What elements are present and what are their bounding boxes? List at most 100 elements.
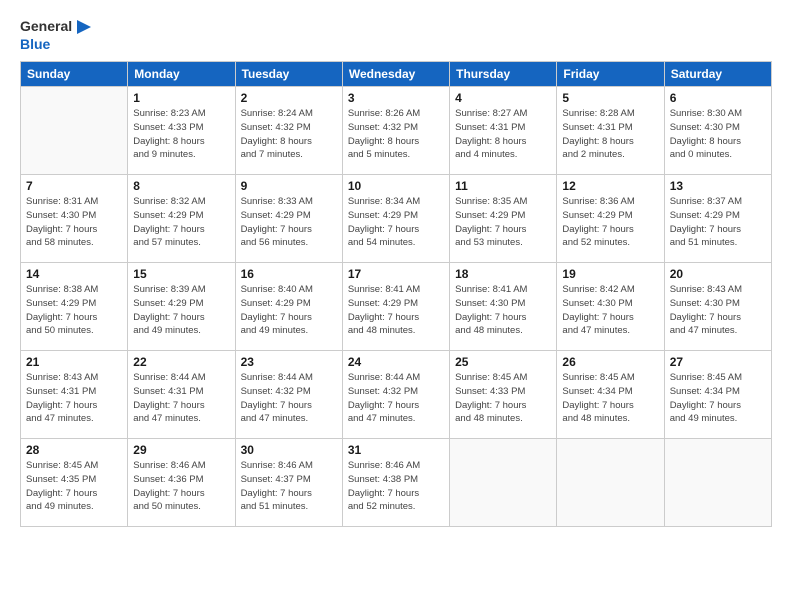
calendar-cell: 2 Sunrise: 8:24 AM Sunset: 4:32 PM Daylig… xyxy=(235,87,342,175)
day-info: Sunrise: 8:40 AM Sunset: 4:29 PM Dayligh… xyxy=(241,283,337,338)
day-info: Sunrise: 8:38 AM Sunset: 4:29 PM Dayligh… xyxy=(26,283,122,338)
day-info: Sunrise: 8:45 AM Sunset: 4:34 PM Dayligh… xyxy=(670,371,766,426)
logo-general: General xyxy=(20,18,72,34)
day-info: Sunrise: 8:46 AM Sunset: 4:38 PM Dayligh… xyxy=(348,459,444,514)
calendar-cell: 8 Sunrise: 8:32 AM Sunset: 4:29 PM Daylig… xyxy=(128,175,235,263)
day-info: Sunrise: 8:43 AM Sunset: 4:31 PM Dayligh… xyxy=(26,371,122,426)
col-header-thursday: Thursday xyxy=(450,62,557,87)
day-number: 12 xyxy=(562,179,658,193)
calendar-cell: 28 Sunrise: 8:45 AM Sunset: 4:35 PM Dayli… xyxy=(21,439,128,527)
calendar-cell: 26 Sunrise: 8:45 AM Sunset: 4:34 PM Dayli… xyxy=(557,351,664,439)
day-number: 13 xyxy=(670,179,766,193)
calendar-cell: 14 Sunrise: 8:38 AM Sunset: 4:29 PM Dayli… xyxy=(21,263,128,351)
calendar-cell: 10Sunrise: 8:34 AM Sunset: 4:29 PM Dayli… xyxy=(342,175,449,263)
day-number: 14 xyxy=(26,267,122,281)
day-number: 16 xyxy=(241,267,337,281)
day-number: 6 xyxy=(670,91,766,105)
col-header-saturday: Saturday xyxy=(664,62,771,87)
day-number: 20 xyxy=(670,267,766,281)
col-header-sunday: Sunday xyxy=(21,62,128,87)
day-info: Sunrise: 8:46 AM Sunset: 4:36 PM Dayligh… xyxy=(133,459,229,514)
day-info: Sunrise: 8:45 AM Sunset: 4:35 PM Dayligh… xyxy=(26,459,122,514)
day-number: 25 xyxy=(455,355,551,369)
calendar-cell: 18 Sunrise: 8:41 AM Sunset: 4:30 PM Dayli… xyxy=(450,263,557,351)
day-number: 8 xyxy=(133,179,229,193)
calendar-cell: 12 Sunrise: 8:36 AM Sunset: 4:29 PM Dayli… xyxy=(557,175,664,263)
calendar-header-row: SundayMondayTuesdayWednesdayThursdayFrid… xyxy=(21,62,772,87)
day-number: 18 xyxy=(455,267,551,281)
calendar-cell: 23 Sunrise: 8:44 AM Sunset: 4:32 PM Dayli… xyxy=(235,351,342,439)
calendar-cell: 3Sunrise: 8:26 AM Sunset: 4:32 PM Daylig… xyxy=(342,87,449,175)
day-info: Sunrise: 8:36 AM Sunset: 4:29 PM Dayligh… xyxy=(562,195,658,250)
calendar-cell: 16 Sunrise: 8:40 AM Sunset: 4:29 PM Dayli… xyxy=(235,263,342,351)
calendar-cell: 5 Sunrise: 8:28 AM Sunset: 4:31 PM Daylig… xyxy=(557,87,664,175)
calendar-cell: 11Sunrise: 8:35 AM Sunset: 4:29 PM Dayli… xyxy=(450,175,557,263)
day-info: Sunrise: 8:26 AM Sunset: 4:32 PM Dayligh… xyxy=(348,107,444,162)
calendar-cell: 20 Sunrise: 8:43 AM Sunset: 4:30 PM Dayli… xyxy=(664,263,771,351)
calendar-cell: 22Sunrise: 8:44 AM Sunset: 4:31 PM Dayli… xyxy=(128,351,235,439)
day-number: 27 xyxy=(670,355,766,369)
calendar-week-row: 14 Sunrise: 8:38 AM Sunset: 4:29 PM Dayli… xyxy=(21,263,772,351)
day-number: 19 xyxy=(562,267,658,281)
day-number: 31 xyxy=(348,443,444,457)
day-info: Sunrise: 8:44 AM Sunset: 4:32 PM Dayligh… xyxy=(241,371,337,426)
day-info: Sunrise: 8:35 AM Sunset: 4:29 PM Dayligh… xyxy=(455,195,551,250)
day-info: Sunrise: 8:45 AM Sunset: 4:34 PM Dayligh… xyxy=(562,371,658,426)
day-number: 24 xyxy=(348,355,444,369)
calendar-cell: 25Sunrise: 8:45 AM Sunset: 4:33 PM Dayli… xyxy=(450,351,557,439)
calendar-cell: 15 Sunrise: 8:39 AM Sunset: 4:29 PM Dayli… xyxy=(128,263,235,351)
day-number: 28 xyxy=(26,443,122,457)
day-info: Sunrise: 8:32 AM Sunset: 4:29 PM Dayligh… xyxy=(133,195,229,250)
day-info: Sunrise: 8:34 AM Sunset: 4:29 PM Dayligh… xyxy=(348,195,444,250)
day-info: Sunrise: 8:39 AM Sunset: 4:29 PM Dayligh… xyxy=(133,283,229,338)
calendar-table: SundayMondayTuesdayWednesdayThursdayFrid… xyxy=(20,61,772,527)
day-number: 21 xyxy=(26,355,122,369)
day-number: 2 xyxy=(241,91,337,105)
calendar-cell: 27 Sunrise: 8:45 AM Sunset: 4:34 PM Dayli… xyxy=(664,351,771,439)
day-info: Sunrise: 8:23 AM Sunset: 4:33 PM Dayligh… xyxy=(133,107,229,162)
day-number: 9 xyxy=(241,179,337,193)
calendar-cell: 6Sunrise: 8:30 AM Sunset: 4:30 PM Daylig… xyxy=(664,87,771,175)
col-header-monday: Monday xyxy=(128,62,235,87)
day-info: Sunrise: 8:27 AM Sunset: 4:31 PM Dayligh… xyxy=(455,107,551,162)
calendar-cell xyxy=(21,87,128,175)
day-number: 5 xyxy=(562,91,658,105)
day-info: Sunrise: 8:28 AM Sunset: 4:31 PM Dayligh… xyxy=(562,107,658,162)
day-number: 15 xyxy=(133,267,229,281)
logo-blue: Blue xyxy=(20,36,50,52)
calendar-cell: 19 Sunrise: 8:42 AM Sunset: 4:30 PM Dayli… xyxy=(557,263,664,351)
day-info: Sunrise: 8:44 AM Sunset: 4:32 PM Dayligh… xyxy=(348,371,444,426)
calendar-cell: 13Sunrise: 8:37 AM Sunset: 4:29 PM Dayli… xyxy=(664,175,771,263)
calendar-cell: 30Sunrise: 8:46 AM Sunset: 4:37 PM Dayli… xyxy=(235,439,342,527)
calendar-week-row: 1 Sunrise: 8:23 AM Sunset: 4:33 PM Daylig… xyxy=(21,87,772,175)
day-number: 1 xyxy=(133,91,229,105)
col-header-tuesday: Tuesday xyxy=(235,62,342,87)
calendar-week-row: 28 Sunrise: 8:45 AM Sunset: 4:35 PM Dayli… xyxy=(21,439,772,527)
header: General Blue xyxy=(20,18,772,53)
calendar-cell: 4Sunrise: 8:27 AM Sunset: 4:31 PM Daylig… xyxy=(450,87,557,175)
day-info: Sunrise: 8:43 AM Sunset: 4:30 PM Dayligh… xyxy=(670,283,766,338)
day-info: Sunrise: 8:41 AM Sunset: 4:30 PM Dayligh… xyxy=(455,283,551,338)
page: General Blue SundayMondayTuesdayWednesda… xyxy=(0,0,792,537)
calendar-week-row: 21 Sunrise: 8:43 AM Sunset: 4:31 PM Dayli… xyxy=(21,351,772,439)
calendar-cell: 9 Sunrise: 8:33 AM Sunset: 4:29 PM Daylig… xyxy=(235,175,342,263)
calendar-cell: 1 Sunrise: 8:23 AM Sunset: 4:33 PM Daylig… xyxy=(128,87,235,175)
day-info: Sunrise: 8:42 AM Sunset: 4:30 PM Dayligh… xyxy=(562,283,658,338)
day-info: Sunrise: 8:46 AM Sunset: 4:37 PM Dayligh… xyxy=(241,459,337,514)
calendar-week-row: 7Sunrise: 8:31 AM Sunset: 4:30 PM Daylig… xyxy=(21,175,772,263)
day-info: Sunrise: 8:33 AM Sunset: 4:29 PM Dayligh… xyxy=(241,195,337,250)
day-number: 29 xyxy=(133,443,229,457)
day-number: 17 xyxy=(348,267,444,281)
day-number: 22 xyxy=(133,355,229,369)
calendar-cell: 21 Sunrise: 8:43 AM Sunset: 4:31 PM Dayli… xyxy=(21,351,128,439)
calendar-cell: 31 Sunrise: 8:46 AM Sunset: 4:38 PM Dayli… xyxy=(342,439,449,527)
calendar-cell xyxy=(557,439,664,527)
logo: General Blue xyxy=(20,18,91,53)
day-info: Sunrise: 8:24 AM Sunset: 4:32 PM Dayligh… xyxy=(241,107,337,162)
day-number: 26 xyxy=(562,355,658,369)
calendar-cell xyxy=(664,439,771,527)
day-number: 23 xyxy=(241,355,337,369)
day-number: 7 xyxy=(26,179,122,193)
calendar-cell xyxy=(450,439,557,527)
calendar-cell: 29 Sunrise: 8:46 AM Sunset: 4:36 PM Dayli… xyxy=(128,439,235,527)
